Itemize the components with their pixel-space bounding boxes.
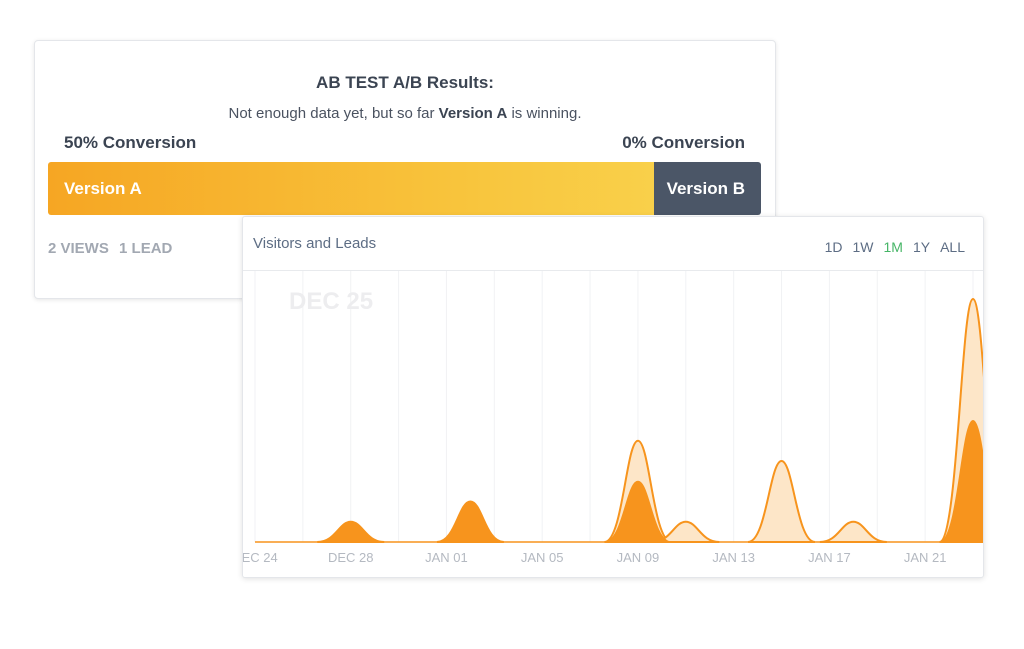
- x-tick-label: JAN 01: [425, 550, 468, 565]
- range-option-1w[interactable]: 1W: [853, 239, 874, 255]
- chart-title: Visitors and Leads: [253, 235, 377, 252]
- subtitle-suffix: is winning.: [507, 105, 582, 122]
- range-selector: 1D 1W 1M 1Y ALL: [825, 239, 965, 255]
- subtitle-prefix: Not enough data yet, but so far: [228, 105, 439, 122]
- conversion-split-bar: Version A Version B: [48, 162, 761, 215]
- version-b-segment[interactable]: Version B: [654, 162, 761, 215]
- x-tick-label: DEC 28: [328, 550, 374, 565]
- range-option-1d[interactable]: 1D: [825, 239, 843, 255]
- ab-test-stats: 2 VIEWS 1 LEAD: [48, 240, 178, 257]
- range-option-all[interactable]: ALL: [940, 239, 965, 255]
- ab-test-subtitle: Not enough data yet, but so far Version …: [35, 105, 775, 122]
- version-a-conversion: 50% Conversion: [64, 133, 197, 152]
- data-peak-visitors: [747, 459, 816, 543]
- range-option-1y[interactable]: 1Y: [913, 239, 930, 255]
- x-tick-label: JAN 05: [521, 550, 564, 565]
- version-a-label: Version A: [64, 179, 142, 198]
- leads-count: 1 LEAD: [119, 240, 173, 257]
- ab-test-title: AB TEST A/B Results:: [316, 73, 494, 92]
- range-option-1m[interactable]: 1M: [884, 239, 903, 255]
- visitors-leads-chart: DEC 25 DEC 24 DEC 28 JAN 01 JAN 05 JAN 09 JAN …: [243, 271, 983, 565]
- x-tick-label: JAN 09: [617, 550, 660, 565]
- views-count: 2 VIEWS: [48, 240, 109, 257]
- visitors-leads-card: Visitors and Leads 1D1W1M1YALL DEC 25DEC…: [242, 216, 984, 578]
- x-tick-label: JAN 21: [904, 550, 947, 565]
- version-a-segment[interactable]: Version A: [48, 162, 655, 215]
- x-tick-label: JAN 13: [712, 550, 755, 565]
- version-b-label: Version B: [666, 179, 745, 198]
- version-b-conversion: 0% Conversion: [622, 133, 745, 152]
- hover-date-label: DEC 25: [289, 288, 373, 315]
- x-tick-label: DEC 24: [243, 550, 278, 565]
- subtitle-winner: Version A: [438, 105, 508, 122]
- x-tick-label: JAN 17: [808, 550, 851, 565]
